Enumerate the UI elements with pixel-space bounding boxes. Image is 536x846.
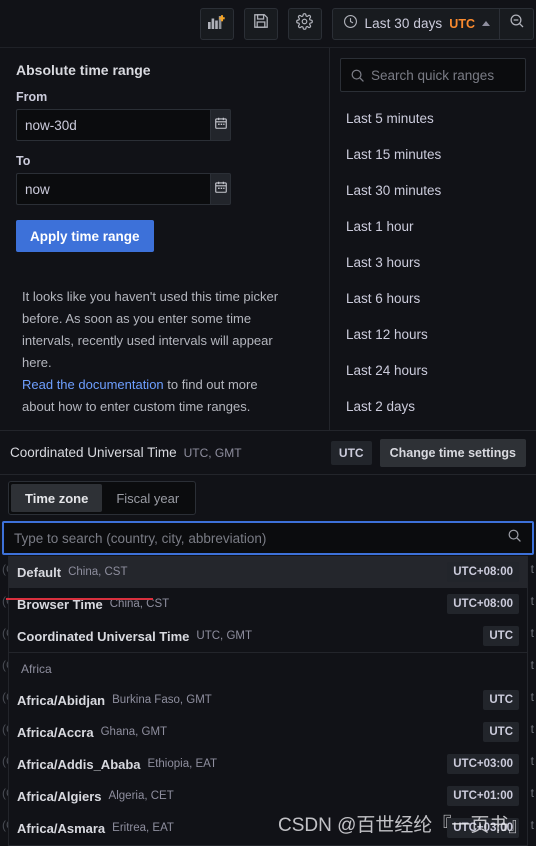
- tab-time-zone[interactable]: Time zone: [11, 484, 103, 512]
- timezone-summary-bar: Coordinated Universal Time UTC, GMT UTC …: [0, 431, 536, 475]
- timezone-option-row[interactable]: Africa/Algiers Algeria, CET UTC+01:00: [9, 780, 527, 812]
- time-picker-hint: It looks like you haven't used this time…: [16, 286, 284, 418]
- search-icon: [507, 528, 522, 548]
- annotation-underline: [6, 598, 153, 600]
- to-calendar-button[interactable]: [210, 173, 231, 205]
- timezone-option-row[interactable]: Africa/Accra Ghana, GMT UTC: [9, 716, 527, 748]
- dashboard-toolbar: Last 30 days UTC: [0, 0, 536, 48]
- timezone-option-sub: Eritrea, EAT: [112, 822, 174, 834]
- background-row-right-fragment: t: [530, 722, 534, 736]
- change-time-settings-button[interactable]: Change time settings: [379, 438, 526, 467]
- search-icon: [350, 68, 365, 88]
- background-row-right-fragment: t: [530, 754, 534, 768]
- timezone-offset-badge: UTC: [330, 440, 372, 465]
- from-input[interactable]: [16, 109, 210, 141]
- background-row-right-fragment: t: [530, 786, 534, 800]
- to-field-row: [16, 173, 231, 205]
- timezone-option-row[interactable]: Africa/Asmara Eritrea, EAT UTC+03:00: [9, 812, 527, 844]
- timezone-option-sub: Ethiopia, EAT: [147, 758, 218, 770]
- absolute-time-range-section: Absolute time range From To: [0, 48, 330, 430]
- timezone-option-name: Default: [17, 564, 62, 580]
- add-panel-icon: [208, 14, 225, 34]
- time-range-label: Last 30 days: [364, 16, 443, 31]
- from-calendar-button[interactable]: [210, 109, 231, 141]
- background-row-right-fragment: t: [530, 690, 534, 704]
- from-label: From: [16, 90, 48, 104]
- quick-ranges-search[interactable]: Search quick ranges: [340, 58, 526, 92]
- timezone-search-input[interactable]: Type to search (country, city, abbreviat…: [2, 521, 534, 555]
- time-range-picker-button[interactable]: Last 30 days UTC: [331, 7, 500, 40]
- timezone-option-sub: UTC, GMT: [196, 630, 252, 642]
- gear-icon: [296, 12, 313, 35]
- quick-range-item[interactable]: Last 5 minutes: [340, 100, 526, 136]
- tab-fiscal-year[interactable]: Fiscal year: [102, 484, 193, 512]
- timezone-option-offset: UTC+03:00: [447, 818, 519, 838]
- save-dashboard-button[interactable]: [243, 7, 278, 40]
- quick-range-item[interactable]: Last 2 days: [340, 388, 526, 424]
- background-row-right-fragment: t: [530, 658, 534, 672]
- time-settings-tabs: Time zone Fiscal year: [8, 481, 197, 515]
- clock-icon: [343, 14, 358, 34]
- timezone-group-header: Africa: [9, 652, 527, 684]
- documentation-link[interactable]: Read the documentation: [22, 377, 164, 392]
- timezone-option-sub: China, CST: [68, 566, 128, 578]
- quick-ranges-list: Last 5 minutes Last 15 minutes Last 30 min…: [340, 100, 526, 424]
- time-zone-label: UTC: [449, 16, 475, 31]
- timezone-option-row[interactable]: Africa/Abidjan Burkina Faso, GMT UTC: [9, 684, 527, 716]
- to-input[interactable]: [16, 173, 210, 205]
- timezone-option-row[interactable]: Browser Time China, CST UTC+08:00: [9, 588, 527, 620]
- time-picker-panel: Last 30 days UTC Absolute time range Fro…: [0, 0, 536, 846]
- background-row-right-fragment: t: [530, 594, 534, 608]
- timezone-option-offset: UTC: [483, 626, 519, 646]
- timezone-option-row[interactable]: Coordinated Universal Time UTC, GMT UTC: [9, 620, 527, 652]
- chevron-up-icon: [482, 21, 490, 26]
- calendar-icon: [214, 180, 228, 199]
- timezone-option-name: Africa/Asmara: [17, 820, 106, 836]
- timezone-abbreviations: UTC, GMT: [183, 445, 242, 460]
- zoom-out-icon: [509, 13, 525, 34]
- zoom-out-button[interactable]: [500, 7, 534, 40]
- timezone-option-name: Africa/Addis_Ababa: [17, 756, 141, 772]
- quick-ranges-section: Search quick ranges Last 5 minutes Last 1…: [330, 48, 536, 430]
- to-label: To: [16, 154, 31, 168]
- timezone-option-offset: UTC+08:00: [447, 594, 519, 614]
- timezone-option-name: Africa/Algiers: [17, 788, 102, 804]
- background-row-right-fragment: t: [530, 626, 534, 640]
- quick-range-item[interactable]: Last 6 hours: [340, 280, 526, 316]
- timezone-name: Coordinated Universal Time: [10, 445, 177, 460]
- timezone-option-offset: UTC+01:00: [447, 786, 519, 806]
- background-row-right-fragment: t: [530, 818, 534, 832]
- calendar-icon: [214, 116, 228, 135]
- quick-range-item[interactable]: Last 15 minutes: [340, 136, 526, 172]
- timezone-option-sub: Burkina Faso, GMT: [112, 694, 212, 706]
- absolute-range-title: Absolute time range: [16, 62, 151, 78]
- quick-range-item[interactable]: Last 24 hours: [340, 352, 526, 388]
- timezone-option-name: Africa/Abidjan: [17, 692, 106, 708]
- background-row-right-fragment: t: [530, 562, 534, 576]
- timezone-option-name: Coordinated Universal Time: [17, 628, 190, 644]
- save-icon: [253, 13, 269, 34]
- quick-range-item[interactable]: Last 12 hours: [340, 316, 526, 352]
- from-field-row: [16, 109, 231, 141]
- time-picker-body: Absolute time range From To: [0, 48, 536, 431]
- apply-time-range-button[interactable]: Apply time range: [16, 220, 154, 252]
- timezone-option-offset: UTC+03:00: [447, 754, 519, 774]
- quick-ranges-search-placeholder: Search quick ranges: [371, 67, 495, 83]
- timezone-option-sub: Algeria, CET: [108, 790, 174, 802]
- timezone-option-offset: UTC: [483, 690, 519, 710]
- timezone-search-placeholder: Type to search (country, city, abbreviat…: [14, 530, 267, 546]
- timezone-option-offset: UTC+08:00: [447, 562, 519, 582]
- add-panel-button[interactable]: [199, 7, 234, 40]
- quick-range-item[interactable]: Last 30 minutes: [340, 172, 526, 208]
- quick-range-item[interactable]: Last 3 hours: [340, 244, 526, 280]
- timezone-option-row[interactable]: Africa/Addis_Ababa Ethiopia, EAT UTC+03:00: [9, 748, 527, 780]
- quick-range-item[interactable]: Last 1 hour: [340, 208, 526, 244]
- timezone-option-name: Africa/Accra: [17, 724, 94, 740]
- dashboard-settings-button[interactable]: [287, 7, 322, 40]
- hint-text: It looks like you haven't used this time…: [22, 289, 279, 370]
- timezone-option-offset: UTC: [483, 722, 519, 742]
- timezone-option-sub: Ghana, GMT: [100, 726, 168, 738]
- timezone-option-row[interactable]: Default China, CST UTC+08:00: [9, 556, 527, 588]
